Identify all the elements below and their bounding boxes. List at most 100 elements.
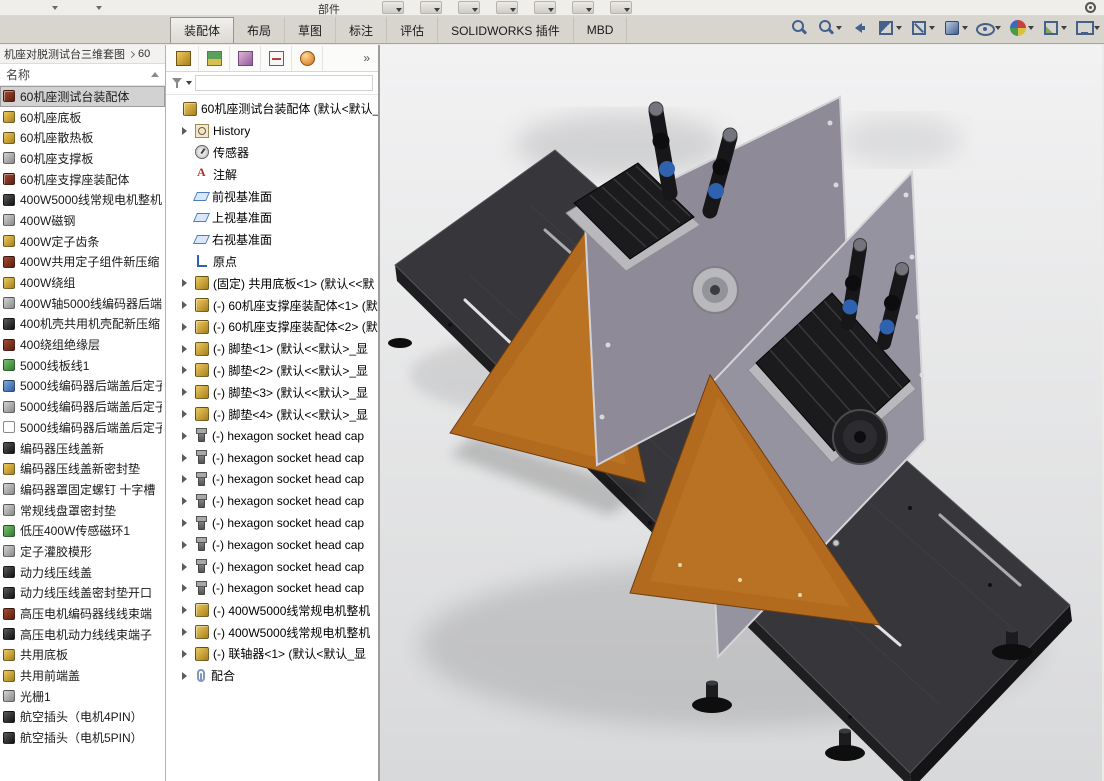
list-item[interactable]: 常规线盘罩密封垫 (0, 500, 165, 521)
headsup-button[interactable] (940, 18, 970, 38)
tree-item[interactable]: History (166, 120, 378, 142)
list-item[interactable]: 高压电机动力线线束端子 (0, 624, 165, 645)
list-item[interactable]: 动力线压线盖 (0, 562, 165, 583)
list-item[interactable]: 定子灌胶模形 (0, 541, 165, 562)
breadcrumb-current[interactable]: 60 (138, 48, 150, 60)
tree-item[interactable]: (-) 400W5000线常规电机整机 (166, 599, 378, 621)
expand-arrow-icon[interactable] (182, 410, 191, 418)
expand-arrow-icon[interactable] (182, 606, 191, 614)
tree-item[interactable]: 右视基准面 (166, 229, 378, 251)
headsup-button[interactable] (1006, 18, 1036, 38)
move-component-icon[interactable] (534, 1, 556, 14)
panel-tab[interactable] (168, 46, 199, 71)
tree-item[interactable]: (-) hexagon socket head cap (166, 425, 378, 447)
list-item[interactable]: 400W定子齿条 (0, 231, 165, 252)
linear-component-pattern-icon[interactable] (458, 1, 480, 14)
expand-arrow-icon[interactable] (182, 432, 191, 440)
smart-fasteners-icon[interactable] (496, 1, 518, 14)
tree-item[interactable]: (-) hexagon socket head cap (166, 512, 378, 534)
headsup-button[interactable] (907, 18, 937, 38)
list-item[interactable]: 5000线编码器后端盖后定子 (0, 417, 165, 438)
list-item[interactable]: 5000线编码器后端盖后定子 (0, 396, 165, 417)
headsup-button[interactable] (1072, 18, 1102, 38)
ribbon-tab[interactable]: 装配体 (170, 17, 234, 43)
expand-arrow-icon[interactable] (182, 563, 191, 571)
expand-arrow-icon[interactable] (182, 541, 191, 549)
list-item[interactable]: 动力线压线盖密封垫开口 (0, 583, 165, 604)
headsup-button[interactable] (1039, 18, 1069, 38)
expand-arrow-icon[interactable] (182, 519, 191, 527)
tree-item[interactable]: (-) hexagon socket head cap (166, 469, 378, 491)
ribbon-tab[interactable]: 标注 (336, 17, 387, 43)
tree-item[interactable]: (-) 400W5000线常规电机整机 (166, 621, 378, 643)
list-item[interactable]: 400W绕组 (0, 272, 165, 293)
list-item[interactable]: 编码器压线盖新密封垫 (0, 458, 165, 479)
expand-arrow-icon[interactable] (182, 454, 191, 462)
expand-arrow-icon[interactable] (182, 323, 191, 331)
list-item[interactable]: 编码器罩固定螺钉 十字槽 (0, 479, 165, 500)
tree-item[interactable]: (-) 60机座支撑座装配体<1> (默 (166, 294, 378, 316)
breadcrumb-path[interactable]: 机座对脱测试台三维套图 (4, 46, 125, 62)
expand-arrow-icon[interactable] (182, 366, 191, 374)
expand-arrow-icon[interactable] (182, 345, 191, 353)
panel-tab[interactable] (261, 46, 292, 71)
expand-arrow-icon[interactable] (182, 127, 191, 135)
quick-access-caret-icon[interactable] (96, 6, 102, 10)
list-item[interactable]: 5000线编码器后端盖后定子 (0, 376, 165, 397)
show-hidden-components-icon[interactable] (572, 1, 594, 14)
insert-components-icon[interactable] (382, 1, 404, 14)
list-item[interactable]: 400绕组绝缘层 (0, 334, 165, 355)
tree-item[interactable]: (-) hexagon socket head cap (166, 534, 378, 556)
list-item[interactable]: 60机座底板 (0, 107, 165, 128)
headsup-button[interactable] (874, 18, 904, 38)
ribbon-tab[interactable]: 草图 (285, 17, 336, 43)
tree-item[interactable]: (-) hexagon socket head cap (166, 578, 378, 600)
list-item[interactable]: 400W磁钢 (0, 210, 165, 231)
list-item[interactable]: 60机座测试台装配体 (0, 86, 165, 107)
headsup-button[interactable] (847, 18, 871, 38)
tree-item[interactable]: 配合 (166, 665, 378, 687)
tree-item[interactable]: (-) 脚垫<3> (默认<<默认>_显 (166, 381, 378, 403)
list-item[interactable]: 400W5000线常规电机整机 (0, 189, 165, 210)
list-item[interactable]: 共用底板 (0, 645, 165, 666)
tree-item[interactable]: (-) 脚垫<2> (默认<<默认>_显 (166, 360, 378, 382)
expand-arrow-icon[interactable] (182, 301, 191, 309)
quick-access-caret-icon[interactable] (52, 6, 58, 10)
expand-arrow-icon[interactable] (182, 584, 191, 592)
shaft-coupling[interactable] (692, 267, 738, 313)
gear-icon[interactable] (1085, 2, 1096, 13)
panel-tab[interactable] (230, 46, 261, 71)
name-column-header[interactable]: 名称 (0, 64, 165, 86)
list-item[interactable]: 低压400W传感磁环1 (0, 520, 165, 541)
tree-item[interactable]: 前视基准面 (166, 185, 378, 207)
filter-funnel-icon[interactable] (171, 77, 183, 89)
list-item[interactable]: 编码器压线盖新 (0, 438, 165, 459)
ribbon-tab[interactable]: 布局 (234, 17, 285, 43)
tree-item[interactable]: (-) 联轴器<1> (默认<默认_显 (166, 643, 378, 665)
expand-arrow-icon[interactable] (182, 497, 191, 505)
expand-arrow-icon[interactable] (182, 475, 191, 483)
tree-item[interactable]: (-) hexagon socket head cap (166, 556, 378, 578)
ribbon-tab[interactable]: 评估 (387, 17, 438, 43)
list-item[interactable]: 高压电机编码器线线束端 (0, 603, 165, 624)
headsup-button[interactable] (814, 18, 844, 38)
list-item[interactable]: 60机座支撑板 (0, 148, 165, 169)
expand-arrow-icon[interactable] (182, 279, 191, 287)
tree-item[interactable]: (-) hexagon socket head cap (166, 490, 378, 512)
tree-item[interactable]: (固定) 共用底板<1> (默认<<默 (166, 272, 378, 294)
tree-item[interactable]: (-) 60机座支撑座装配体<2> (默 (166, 316, 378, 338)
chevrons-right-icon[interactable] (357, 51, 376, 65)
tree-item[interactable]: (-) 脚垫<1> (默认<<默认>_显 (166, 338, 378, 360)
ribbon-tab[interactable]: MBD (574, 17, 628, 43)
tree-item[interactable]: 60机座测试台装配体 (默认<默认_ (166, 98, 378, 120)
filter-input[interactable] (195, 75, 373, 91)
panel-tab[interactable] (292, 46, 323, 71)
expand-arrow-icon[interactable] (182, 672, 191, 680)
tree-item[interactable]: (-) hexagon socket head cap (166, 447, 378, 469)
list-item[interactable]: 航空插头（电机5PIN） (0, 727, 165, 748)
headsup-button[interactable] (787, 18, 811, 38)
assembly-3d-model[interactable] (380, 45, 1102, 781)
tree-item[interactable]: 传感器 (166, 142, 378, 164)
tree-item[interactable]: 原点 (166, 251, 378, 273)
list-item[interactable]: 光栅1 (0, 686, 165, 707)
